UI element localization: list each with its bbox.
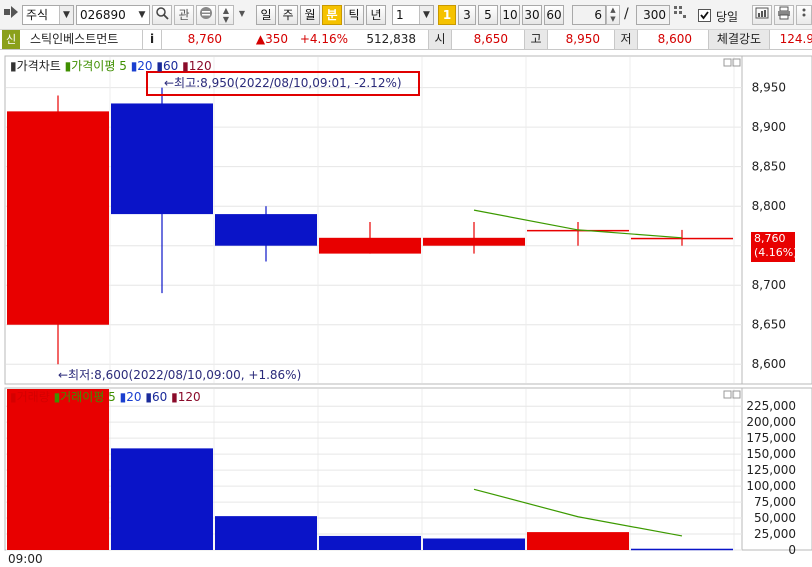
- price-tick-label: 8,800: [752, 199, 786, 213]
- current-price-marker-pct: (4.16%): [754, 246, 798, 259]
- volume-tick-label: 200,000: [746, 415, 796, 429]
- volume-tick-label: 75,000: [754, 495, 796, 509]
- price-ma-120: 120: [188, 59, 212, 73]
- candle-body: [215, 214, 317, 246]
- low-annotation: ←최저:8,600(2022/08/10,09:00, +1.86%): [58, 368, 302, 382]
- price-ma-60: 60: [163, 59, 179, 73]
- legend-marker: ▮: [10, 390, 17, 404]
- volume-tick-label: 150,000: [746, 447, 796, 461]
- volume-tick-label: 225,000: [746, 399, 796, 413]
- volume-ma-label: 거래이평: [60, 390, 105, 404]
- volume-bar: [423, 538, 525, 550]
- current-price-marker: 8,760 (4.16%): [751, 232, 798, 262]
- legend-marker: ▮: [171, 390, 178, 404]
- price-axis-frame: [741, 55, 812, 385]
- legend-marker: ▮: [182, 59, 189, 73]
- chart-area[interactable]: 8,950 8,900 8,850 8,800 8,700 8,650 8,600 225,…: [0, 0, 812, 565]
- volume-bar: [631, 548, 733, 551]
- volume-bar: [215, 516, 317, 550]
- volume-tick-label: 175,000: [746, 431, 796, 445]
- candle-body: [631, 237, 733, 240]
- volume-pane-header: ▮거래량 ▮거래이평 5 ▮20 ▮60 ▮120: [10, 389, 201, 405]
- volume-axis-ticks: 225,000 200,000 175,000 150,000 125,000 100,0…: [746, 399, 796, 557]
- volume-ma-60: 60: [151, 390, 168, 404]
- volume-bar: [527, 532, 629, 550]
- volume-bar: [319, 535, 421, 550]
- volume-tick-label: 100,000: [746, 479, 796, 493]
- legend-marker: ▮: [145, 390, 152, 404]
- candle-body: [423, 237, 525, 246]
- volume-tick-label: 0: [788, 543, 796, 557]
- volume-bar: [111, 448, 213, 550]
- price-tick-label: 8,650: [752, 318, 786, 332]
- price-tick-label: 8,950: [752, 81, 786, 95]
- legend-marker: ▮: [10, 59, 17, 73]
- volume-ma-5: 5: [108, 390, 116, 404]
- price-tick-label: 8,700: [752, 278, 786, 292]
- price-ma-20: 20: [137, 59, 153, 73]
- current-price-marker-value: 8,760: [754, 232, 786, 245]
- price-tick-label: 8,600: [752, 357, 786, 371]
- candle-body: [7, 111, 109, 325]
- price-tick-label: 8,850: [752, 160, 786, 174]
- volume-pane-title: 거래량: [16, 390, 50, 404]
- volume-ma-20: 20: [126, 390, 142, 404]
- price-ma-label: 가격이평: [71, 59, 116, 73]
- high-annotation: ←최고:8,950(2022/08/10,09:01, -2.12%): [164, 76, 402, 90]
- price-ma-5: 5: [119, 59, 127, 73]
- volume-bar: [7, 389, 109, 550]
- volume-tick-label: 25,000: [754, 527, 796, 541]
- volume-ma-120: 120: [177, 390, 201, 404]
- price-pane-title: 가격차트: [16, 59, 61, 73]
- volume-tick-label: 125,000: [746, 463, 796, 477]
- candle-body: [111, 103, 213, 215]
- price-pane-header: ▮가격차트 ▮가격이평 5 ▮20 ▮60 ▮120: [10, 58, 212, 74]
- volume-tick-label: 50,000: [754, 511, 796, 525]
- price-tick-label: 8,900: [752, 120, 786, 134]
- candle-body: [319, 237, 421, 254]
